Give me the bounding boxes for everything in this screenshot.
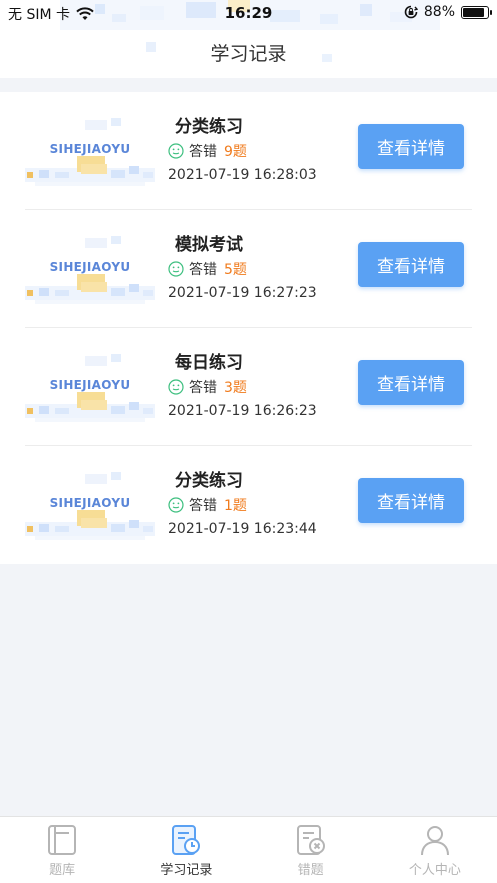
wrong-count: 3题 — [224, 380, 247, 396]
profile-icon — [420, 826, 449, 856]
thumbnail-logo-text: SIHEJIAOYU — [49, 378, 131, 392]
wrong-questions-icon — [296, 825, 325, 855]
tab-label: 学习记录 — [160, 863, 213, 878]
smiley-icon — [168, 497, 184, 513]
status-right: 88% — [404, 4, 492, 20]
wrong-label: 答错 — [189, 380, 217, 396]
record-info: 分类练习 答错 1题 2021-07-19 16:23:44 — [168, 466, 358, 537]
question-bank-icon — [48, 825, 77, 855]
tab-study-record[interactable]: 学习记录 — [124, 817, 248, 883]
record-title: 分类练习 — [175, 471, 243, 491]
wrong-count: 9题 — [224, 144, 247, 160]
record-item: SIHEJIAOYU 分类练习 答错 1题 2021-07-19 16:23:4… — [25, 446, 472, 564]
wrong-label: 答错 — [189, 144, 217, 160]
orientation-lock-icon — [404, 5, 418, 19]
smiley-icon — [168, 143, 184, 159]
battery-percent: 88% — [423, 4, 455, 20]
battery-fill — [463, 7, 485, 17]
record-item: SIHEJIAOYU 分类练习 答错 9题 2021-07-19 16:28:0… — [25, 92, 472, 210]
record-title: 模拟考试 — [175, 235, 243, 255]
bottom-tab-bar: 题库 学习记录 错题 个人中心 — [0, 816, 497, 883]
wrong-count: 1题 — [224, 498, 247, 514]
wrong-summary: 答错 3题 — [168, 376, 358, 398]
record-time: 2021-07-19 16:28:03 — [168, 167, 317, 183]
tab-profile[interactable]: 个人中心 — [373, 817, 497, 883]
tab-label: 个人中心 — [408, 863, 461, 878]
record-info: 每日练习 答错 3题 2021-07-19 16:26:23 — [168, 348, 358, 419]
view-details-button[interactable]: 查看详情 — [358, 124, 464, 169]
wrong-summary: 答错 1题 — [168, 494, 358, 516]
record-time: 2021-07-19 16:23:44 — [168, 521, 317, 537]
wrong-count: 5题 — [224, 262, 247, 278]
thumbnail-logo-text: SIHEJIAOYU — [49, 142, 131, 156]
record-title: 每日练习 — [175, 353, 243, 373]
status-bar: 无 SIM 卡 16:29 88% — [0, 0, 497, 26]
record-list: SIHEJIAOYU 分类练习 答错 9题 2021-07-19 16:28:0… — [0, 92, 497, 564]
record-thumbnail: SIHEJIAOYU — [25, 234, 155, 310]
wrong-summary: 答错 5题 — [168, 258, 358, 280]
record-info: 分类练习 答错 9题 2021-07-19 16:28:03 — [168, 112, 358, 183]
wrong-summary: 答错 9题 — [168, 140, 358, 162]
record-item: SIHEJIAOYU 模拟考试 答错 5题 2021-07-19 16:27:2… — [25, 210, 472, 328]
tab-question-bank[interactable]: 题库 — [0, 817, 124, 883]
record-thumbnail: SIHEJIAOYU — [25, 116, 155, 192]
view-details-button[interactable]: 查看详情 — [358, 478, 464, 523]
record-info: 模拟考试 答错 5题 2021-07-19 16:27:23 — [168, 230, 358, 301]
wrong-label: 答错 — [189, 262, 217, 278]
tab-wrong-questions[interactable]: 错题 — [249, 817, 373, 883]
record-item: SIHEJIAOYU 每日练习 答错 3题 2021-07-19 16:26:2… — [25, 328, 472, 446]
tab-label: 题库 — [49, 863, 76, 878]
thumbnail-logo-text: SIHEJIAOYU — [49, 496, 131, 510]
smiley-icon — [168, 379, 184, 395]
view-details-button[interactable]: 查看详情 — [358, 242, 464, 287]
smiley-icon — [168, 261, 184, 277]
page-title: 学习记录 — [210, 43, 287, 65]
record-time: 2021-07-19 16:27:23 — [168, 285, 317, 301]
view-details-button[interactable]: 查看详情 — [358, 360, 464, 405]
thumbnail-logo-text: SIHEJIAOYU — [49, 260, 131, 274]
record-thumbnail: SIHEJIAOYU — [25, 470, 155, 546]
battery-icon — [461, 5, 492, 19]
record-time: 2021-07-19 16:26:23 — [168, 403, 317, 419]
record-title: 分类练习 — [175, 117, 243, 137]
wrong-label: 答错 — [189, 498, 217, 514]
top-header: 无 SIM 卡 16:29 88% 学习记录 — [0, 0, 497, 78]
tab-label: 错题 — [297, 863, 324, 878]
study-record-icon — [172, 825, 201, 855]
record-thumbnail: SIHEJIAOYU — [25, 352, 155, 428]
